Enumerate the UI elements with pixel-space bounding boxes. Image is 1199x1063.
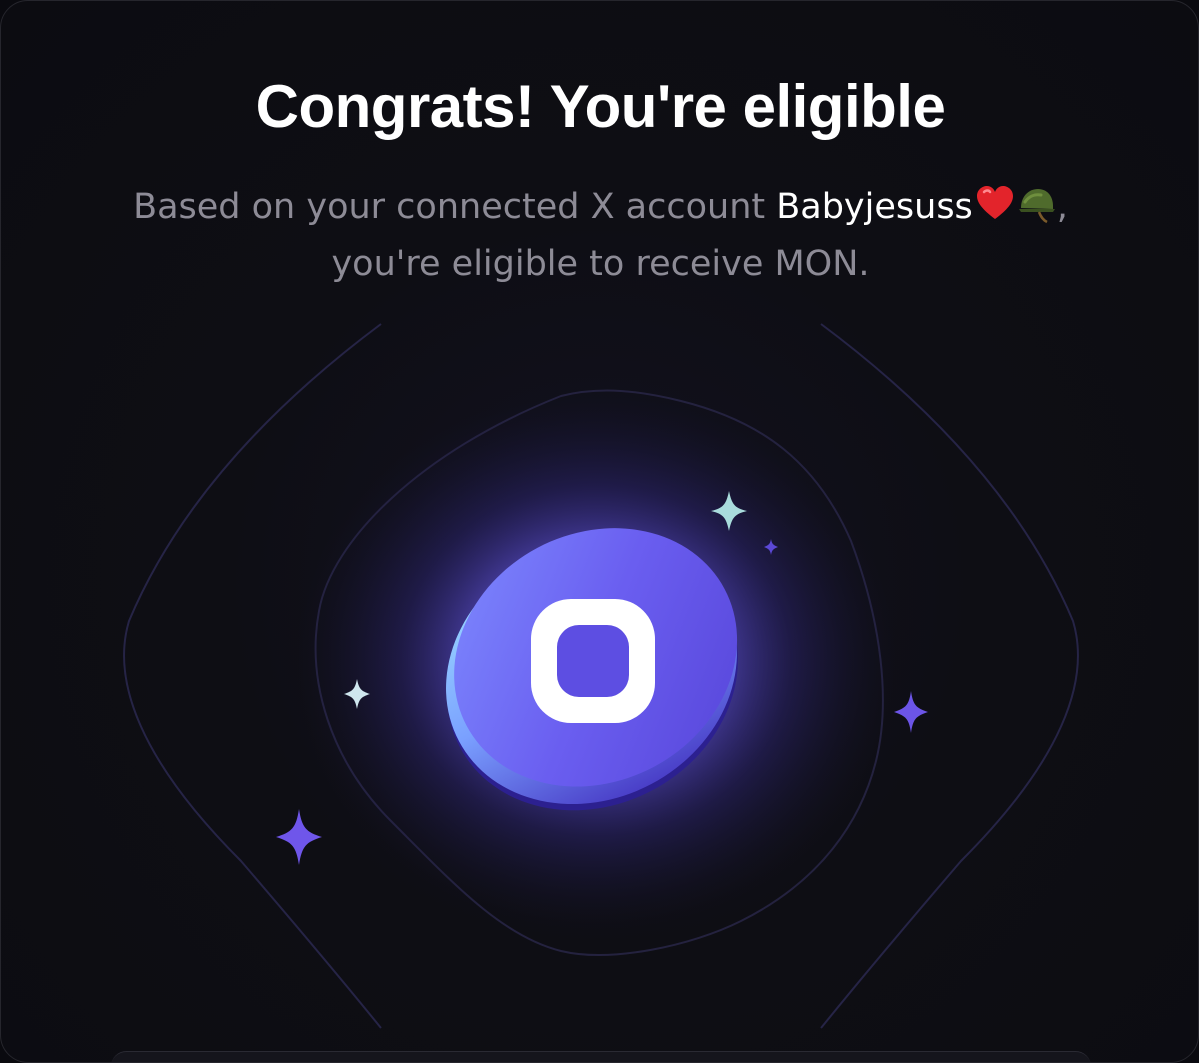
sparkle-icon bbox=[894, 691, 928, 733]
subtitle-comma: , bbox=[1056, 187, 1068, 227]
eligibility-card: Congrats! You're eligible Based on your … bbox=[0, 0, 1199, 1063]
heart-icon bbox=[976, 186, 1013, 219]
mon-token-illustration bbox=[123, 323, 1079, 1029]
x-account-name-text: Babyjesuss bbox=[776, 187, 973, 227]
eligibility-description: Based on your connected X account Babyje… bbox=[61, 179, 1140, 293]
subtitle-prefix: Based on your connected X account bbox=[133, 187, 777, 227]
sparkle-icon bbox=[276, 809, 322, 865]
bottom-panel-edge bbox=[111, 1051, 1091, 1062]
x-account-name: Babyjesuss bbox=[776, 186, 1057, 227]
page-title: Congrats! You're eligible bbox=[255, 73, 946, 140]
subtitle-suffix: you're eligible to receive MON. bbox=[331, 244, 870, 284]
military-helmet-icon bbox=[1018, 189, 1055, 224]
